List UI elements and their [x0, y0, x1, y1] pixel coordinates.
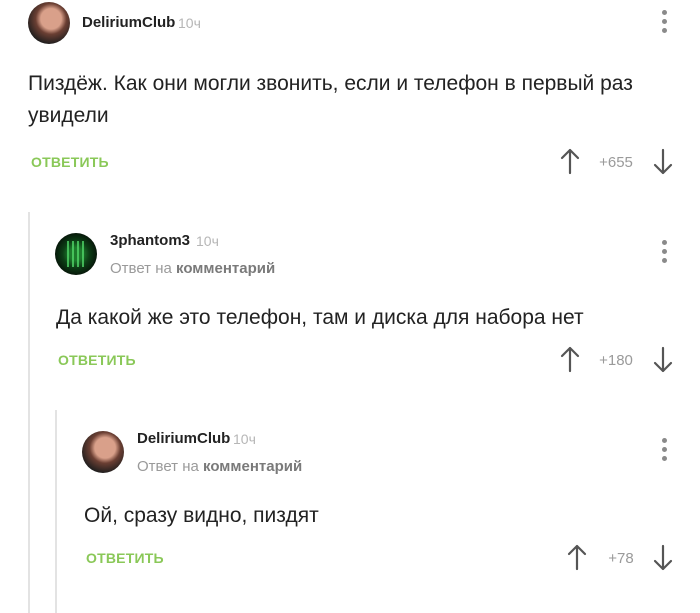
- downvote-arrow-icon[interactable]: [652, 346, 674, 374]
- reply-to-link[interactable]: комментарий: [176, 260, 275, 277]
- upvote-arrow-icon[interactable]: [559, 345, 581, 373]
- timestamp: 10ч: [233, 431, 256, 447]
- more-vertical-icon[interactable]: [659, 240, 669, 266]
- comment-text: Пиздёж. Как они могли звонить, если и те…: [28, 72, 633, 127]
- comment-text: Ой, сразу видно, пиздят: [84, 504, 319, 527]
- reply-button[interactable]: ОТВЕТИТЬ: [31, 154, 109, 170]
- more-vertical-icon[interactable]: [659, 10, 669, 36]
- avatar[interactable]: [55, 233, 97, 275]
- downvote-arrow-icon[interactable]: [652, 148, 674, 176]
- reply-to-note[interactable]: Ответ на комментарий: [110, 260, 275, 277]
- thread-line-level-2: [55, 410, 57, 613]
- username[interactable]: DeliriumClub: [137, 430, 230, 447]
- reply-button[interactable]: ОТВЕТИТЬ: [58, 352, 136, 368]
- timestamp: 10ч: [196, 233, 219, 249]
- more-vertical-icon[interactable]: [659, 438, 669, 464]
- avatar[interactable]: [82, 431, 124, 473]
- reply-to-prefix: Ответ на: [110, 260, 172, 277]
- rating-count: +655: [599, 154, 633, 171]
- timestamp: 10ч: [178, 15, 201, 31]
- username[interactable]: DeliriumClub: [82, 14, 175, 31]
- reply-to-link[interactable]: комментарий: [203, 458, 302, 475]
- reply-to-prefix: Ответ на: [137, 458, 199, 475]
- username[interactable]: 3phantom3: [110, 232, 190, 249]
- avatar[interactable]: [28, 2, 70, 44]
- upvote-arrow-icon[interactable]: [559, 147, 581, 175]
- comment-text: Да какой же это телефон, там и диска для…: [56, 306, 584, 329]
- reply-button[interactable]: ОТВЕТИТЬ: [86, 550, 164, 566]
- downvote-arrow-icon[interactable]: [652, 544, 674, 572]
- thread-line-level-1: [28, 212, 30, 613]
- upvote-arrow-icon[interactable]: [566, 543, 588, 571]
- reply-to-note[interactable]: Ответ на комментарий: [137, 458, 302, 475]
- rating-count: +180: [599, 352, 633, 369]
- rating-count: +78: [608, 550, 634, 567]
